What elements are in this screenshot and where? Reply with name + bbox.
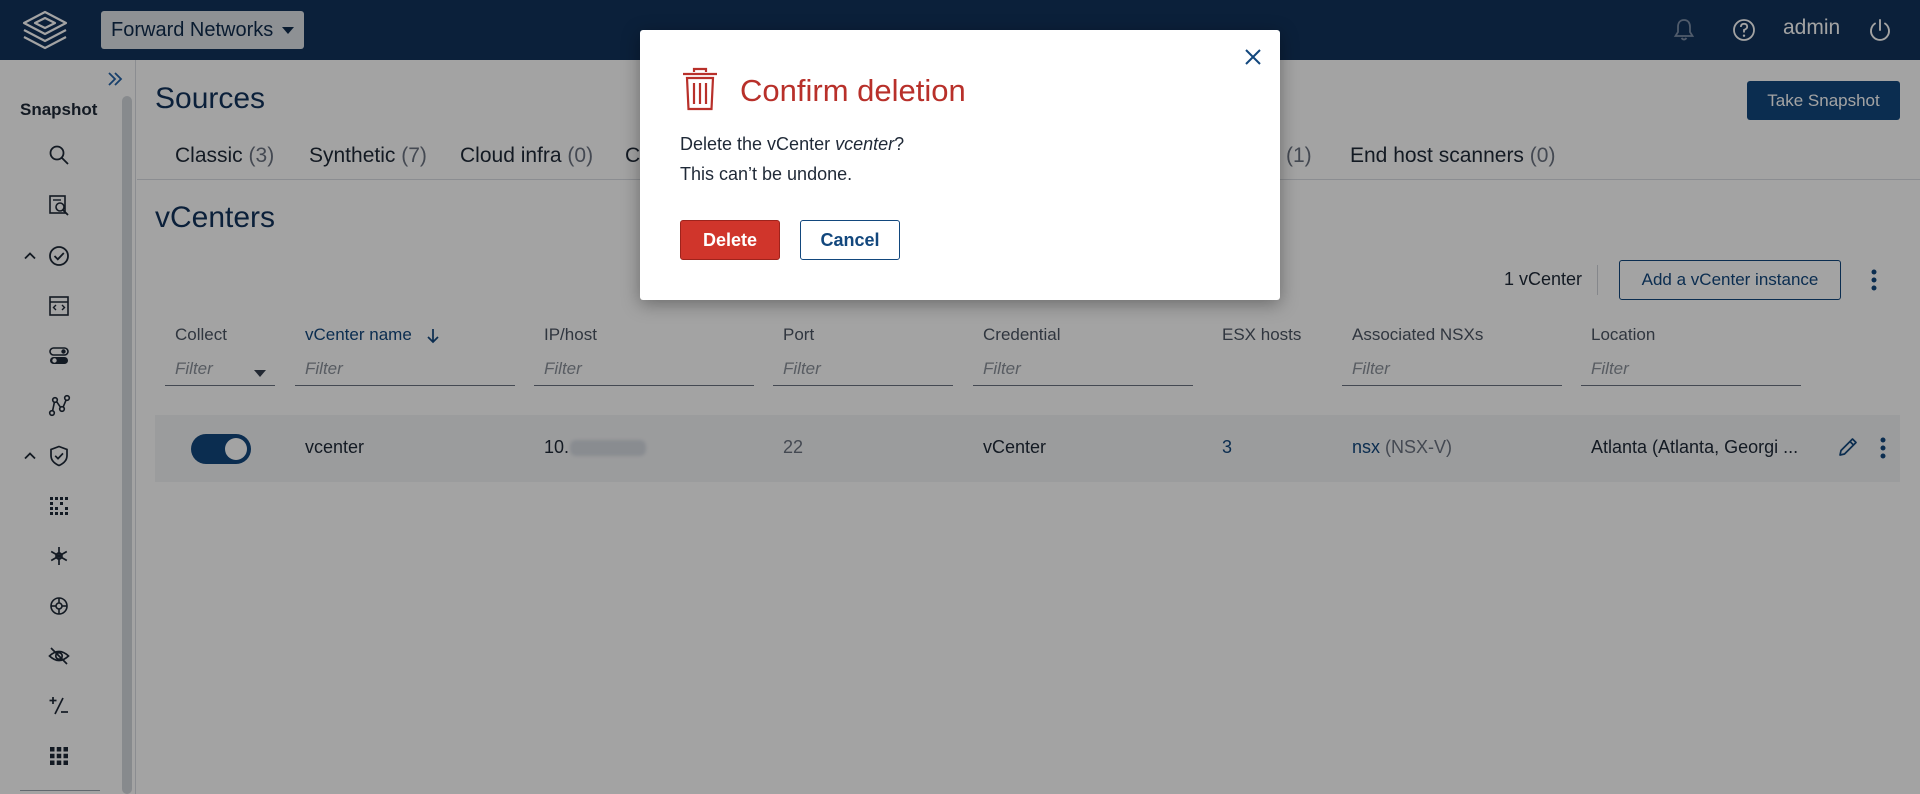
delete-button[interactable]: Delete xyxy=(680,220,780,260)
trash-icon xyxy=(683,67,717,111)
dialog-warning: This can’t be undone. xyxy=(680,164,853,184)
dialog-message: Delete the vCenter vcenter? xyxy=(680,134,905,154)
cancel-button[interactable]: Cancel xyxy=(800,220,900,260)
confirm-deletion-dialog: Confirm deletion Delete the vCenter vcen… xyxy=(640,30,1280,300)
close-icon[interactable] xyxy=(1240,44,1266,70)
dialog-title: Confirm deletion xyxy=(740,73,966,108)
